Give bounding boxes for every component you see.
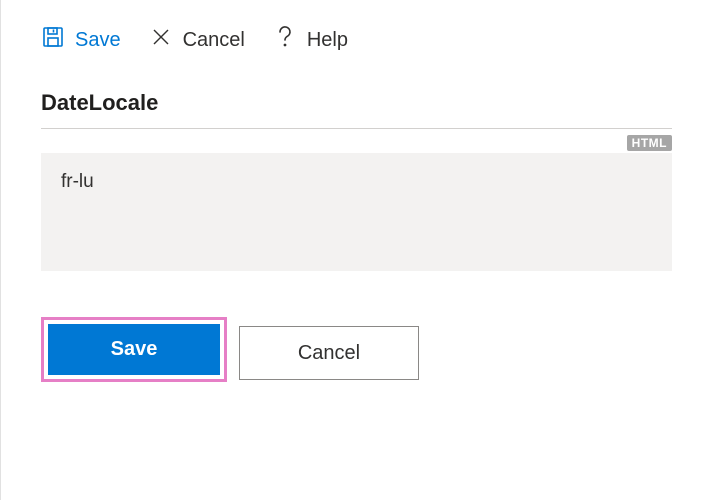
save-button[interactable]: Save <box>48 324 220 375</box>
content-area: DateLocale HTML fr-lu <box>1 76 712 271</box>
toolbar-save-label: Save <box>75 29 121 52</box>
toolbar-help-label: Help <box>307 29 348 52</box>
html-badge: HTML <box>627 135 672 151</box>
cancel-button[interactable]: Cancel <box>239 326 419 380</box>
badge-row: HTML <box>41 135 672 151</box>
toolbar-save-button[interactable]: Save <box>41 25 121 55</box>
field-label: DateLocale <box>41 90 672 129</box>
toolbar-help-button[interactable]: Help <box>273 24 348 56</box>
close-icon <box>149 25 173 55</box>
button-row: Save Cancel <box>1 271 712 382</box>
panel: Save Cancel Help DateLocale HT <box>0 0 712 500</box>
help-icon <box>273 24 297 56</box>
save-button-highlight: Save <box>41 317 227 382</box>
toolbar-cancel-label: Cancel <box>183 29 245 52</box>
editor-value: fr-lu <box>61 171 94 192</box>
editor-box[interactable]: fr-lu <box>41 153 672 271</box>
toolbar: Save Cancel Help <box>1 0 712 76</box>
toolbar-cancel-button[interactable]: Cancel <box>149 25 245 55</box>
save-icon <box>41 25 65 55</box>
